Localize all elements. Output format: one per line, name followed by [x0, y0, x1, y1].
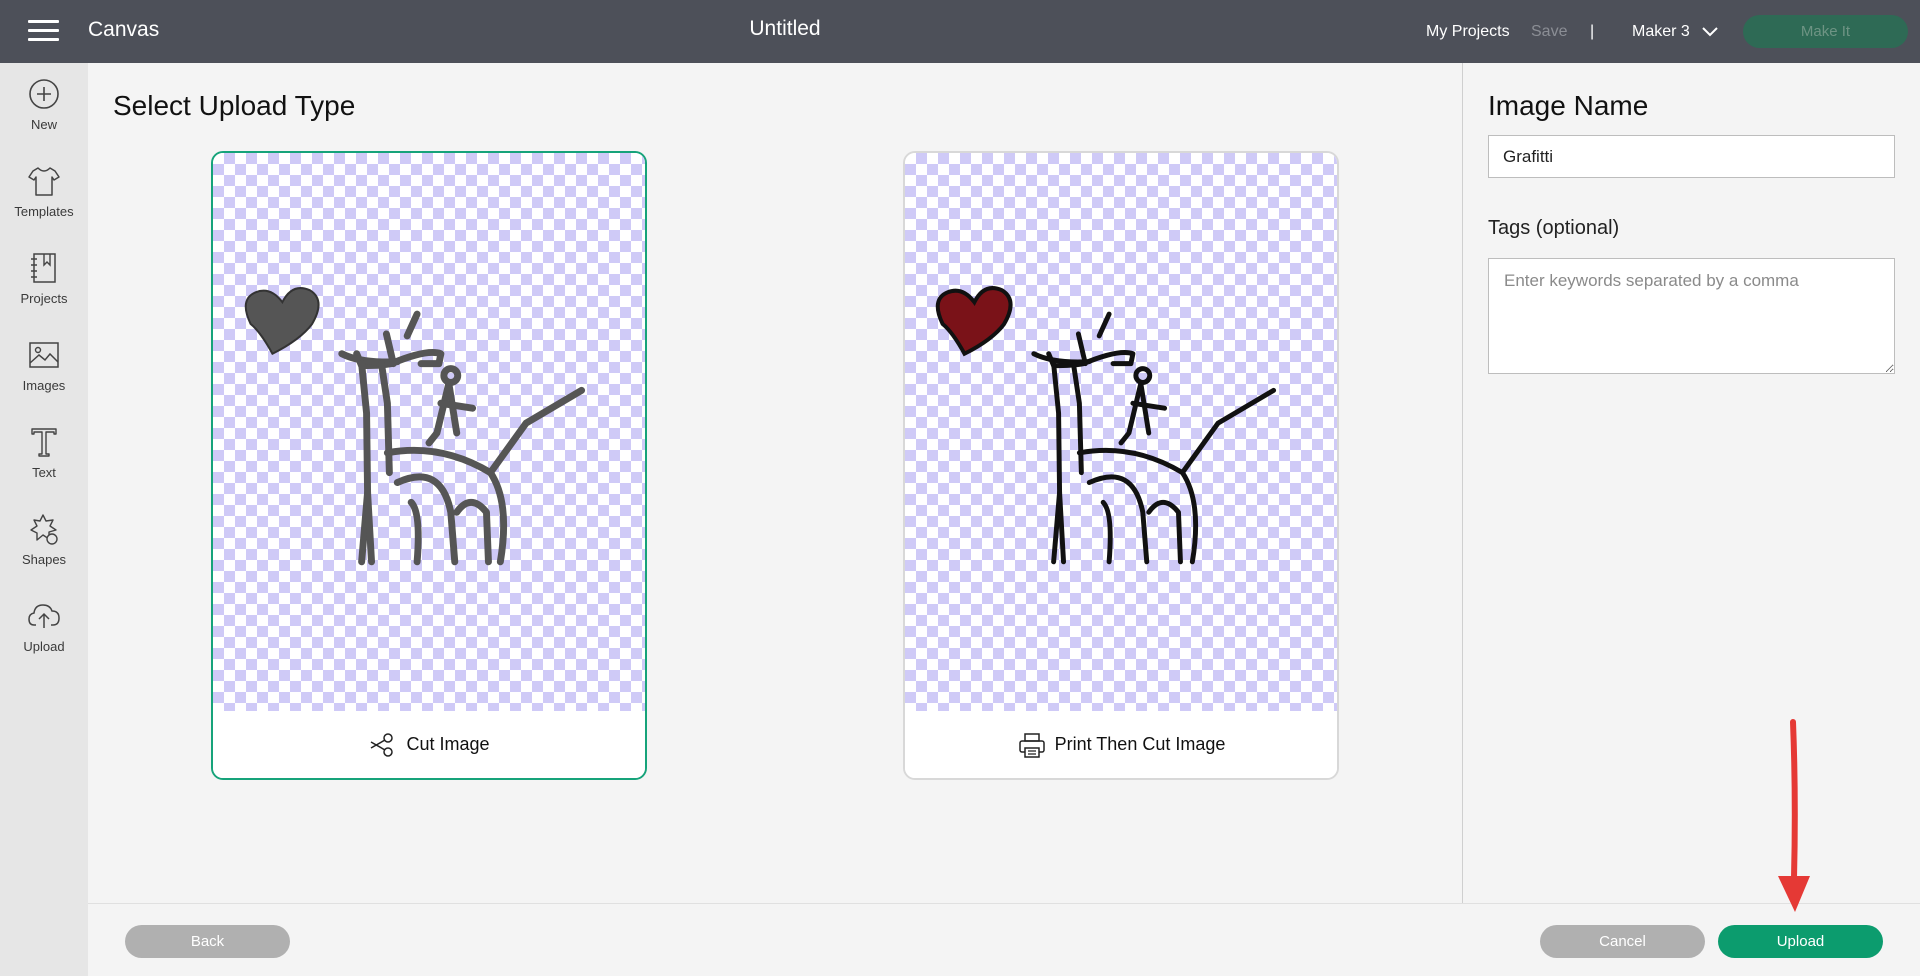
- sidebar-item-label: Shapes: [21, 552, 67, 567]
- cut-image-preview: [213, 153, 645, 713]
- print-then-cut-preview: [905, 153, 1337, 713]
- shapes-icon: [30, 514, 58, 545]
- graffiti-drawing-image: [244, 287, 586, 566]
- print-then-cut-option[interactable]: Print Then Cut Image: [903, 151, 1339, 780]
- plus-circle-icon: [29, 79, 59, 109]
- cut-image-label: Cut Image: [406, 734, 490, 754]
- heart-shape: [935, 286, 1013, 357]
- save-button[interactable]: Save: [1531, 0, 1567, 63]
- machine-label: Maker 3: [1632, 22, 1690, 40]
- sidebar-item-label: Upload: [23, 639, 65, 654]
- tags-label: Tags (optional): [1488, 217, 1620, 239]
- sidebar-item-templates[interactable]: Templates: [0, 164, 88, 244]
- image-icon: [29, 342, 59, 368]
- tags-input[interactable]: [1488, 258, 1895, 374]
- sidebar-item-shapes[interactable]: Shapes: [0, 512, 88, 592]
- bottom-bar: Back Cancel Upload: [88, 903, 1920, 976]
- sidebar-item-label: Text: [32, 465, 56, 480]
- printer-icon: [1018, 732, 1045, 758]
- top-bar: Canvas Untitled My Projects Save | Maker…: [0, 0, 1920, 63]
- sidebar-item-label: New: [30, 117, 57, 132]
- left-sidebar: New Templates Projects Images Text Shape…: [0, 63, 88, 976]
- cancel-button[interactable]: Cancel: [1540, 925, 1705, 958]
- right-panel: Image Name Tags (optional): [1462, 63, 1920, 903]
- cloud-upload-icon: [28, 604, 60, 628]
- my-projects-link[interactable]: My Projects: [1426, 0, 1510, 63]
- sidebar-item-text[interactable]: Text: [0, 425, 88, 505]
- image-name-title: Image Name: [1488, 90, 1649, 121]
- sidebar-item-upload[interactable]: Upload: [0, 599, 88, 679]
- back-button[interactable]: Back: [125, 925, 290, 958]
- sidebar-item-label: Images: [22, 378, 66, 393]
- graffiti-drawing-image: [935, 286, 1277, 565]
- document-title: Untitled: [749, 17, 821, 40]
- topbar-divider: |: [1590, 22, 1595, 40]
- page-title: Select Upload Type: [113, 90, 356, 121]
- tshirt-icon: [28, 167, 60, 196]
- annotation-arrow-icon: [1778, 719, 1810, 912]
- print-then-cut-footer: Print Then Cut Image: [905, 711, 1337, 778]
- text-t-icon: [31, 428, 57, 457]
- cut-image-option[interactable]: Cut Image: [211, 151, 647, 780]
- notebook-icon: [31, 253, 56, 283]
- sidebar-item-images[interactable]: Images: [0, 338, 88, 418]
- cut-image-footer: Cut Image: [213, 711, 645, 778]
- print-then-cut-label: Print Then Cut Image: [1054, 734, 1226, 754]
- main-content: Select Upload Type Cut Image Print Then …: [88, 63, 1462, 903]
- upload-button[interactable]: Upload: [1718, 925, 1883, 958]
- chevron-down-icon: [1702, 26, 1718, 36]
- machine-selector[interactable]: Maker 3: [1632, 0, 1718, 63]
- make-it-button[interactable]: Make It: [1743, 15, 1908, 48]
- sidebar-item-new[interactable]: New: [0, 77, 88, 157]
- sidebar-item-label: Templates: [14, 204, 74, 219]
- heart-shape: [244, 287, 320, 356]
- image-name-input[interactable]: [1488, 135, 1895, 178]
- sidebar-item-label: Projects: [20, 291, 68, 306]
- scissors-icon: [371, 732, 394, 757]
- sidebar-item-projects[interactable]: Projects: [0, 251, 88, 331]
